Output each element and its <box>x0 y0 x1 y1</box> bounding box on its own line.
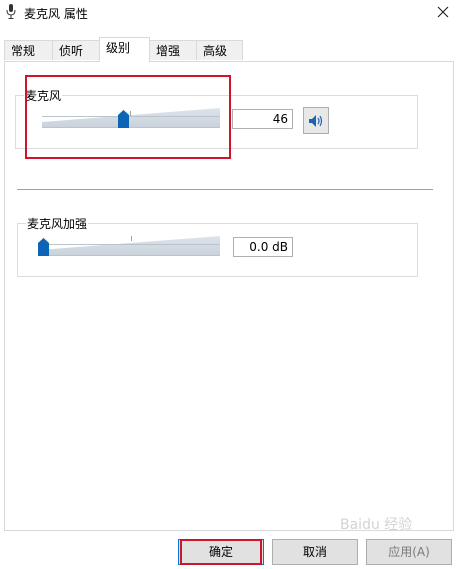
cancel-button[interactable]: 取消 <box>272 539 358 565</box>
boost-label: 麦克风加强 <box>26 215 89 232</box>
microphone-slider-track[interactable] <box>42 116 220 128</box>
tab-label: 级别 <box>106 41 131 55</box>
close-button[interactable] <box>430 1 456 23</box>
tab-label: 增强 <box>156 44 181 58</box>
title-bar: 麦克风 属性 <box>0 0 458 26</box>
tab-label: 高级 <box>203 44 228 58</box>
watermark: Baidu 经验 <box>340 517 413 533</box>
tab-enhancements[interactable]: 增强 <box>149 40 197 60</box>
boost-value-field[interactable]: 0.0 dB <box>233 237 293 257</box>
window-title: 麦克风 属性 <box>24 7 88 21</box>
tab-label: 侦听 <box>59 44 84 58</box>
speaker-icon <box>309 115 323 127</box>
mute-button[interactable] <box>303 107 329 134</box>
microphone-slider-thumb[interactable] <box>118 110 129 131</box>
tab-advanced[interactable]: 高级 <box>196 40 243 60</box>
separator <box>17 189 433 190</box>
boost-slider-thumb[interactable] <box>38 238 49 259</box>
microphone-value-field[interactable]: 46 <box>232 109 293 129</box>
microphone-icon <box>6 4 16 20</box>
slider-tick <box>130 111 131 116</box>
ok-button[interactable]: 确定 <box>178 539 264 565</box>
slider-tick <box>131 236 132 241</box>
boost-slider-track[interactable] <box>39 244 220 256</box>
microphone-label: 麦克风 <box>24 87 63 104</box>
tab-label: 常规 <box>11 44 36 58</box>
apply-button[interactable]: 应用(A) <box>366 539 452 565</box>
close-icon <box>437 6 449 18</box>
tab-general[interactable]: 常规 <box>4 40 53 60</box>
tab-listen[interactable]: 侦听 <box>52 40 100 60</box>
tab-levels[interactable]: 级别 <box>99 37 150 62</box>
